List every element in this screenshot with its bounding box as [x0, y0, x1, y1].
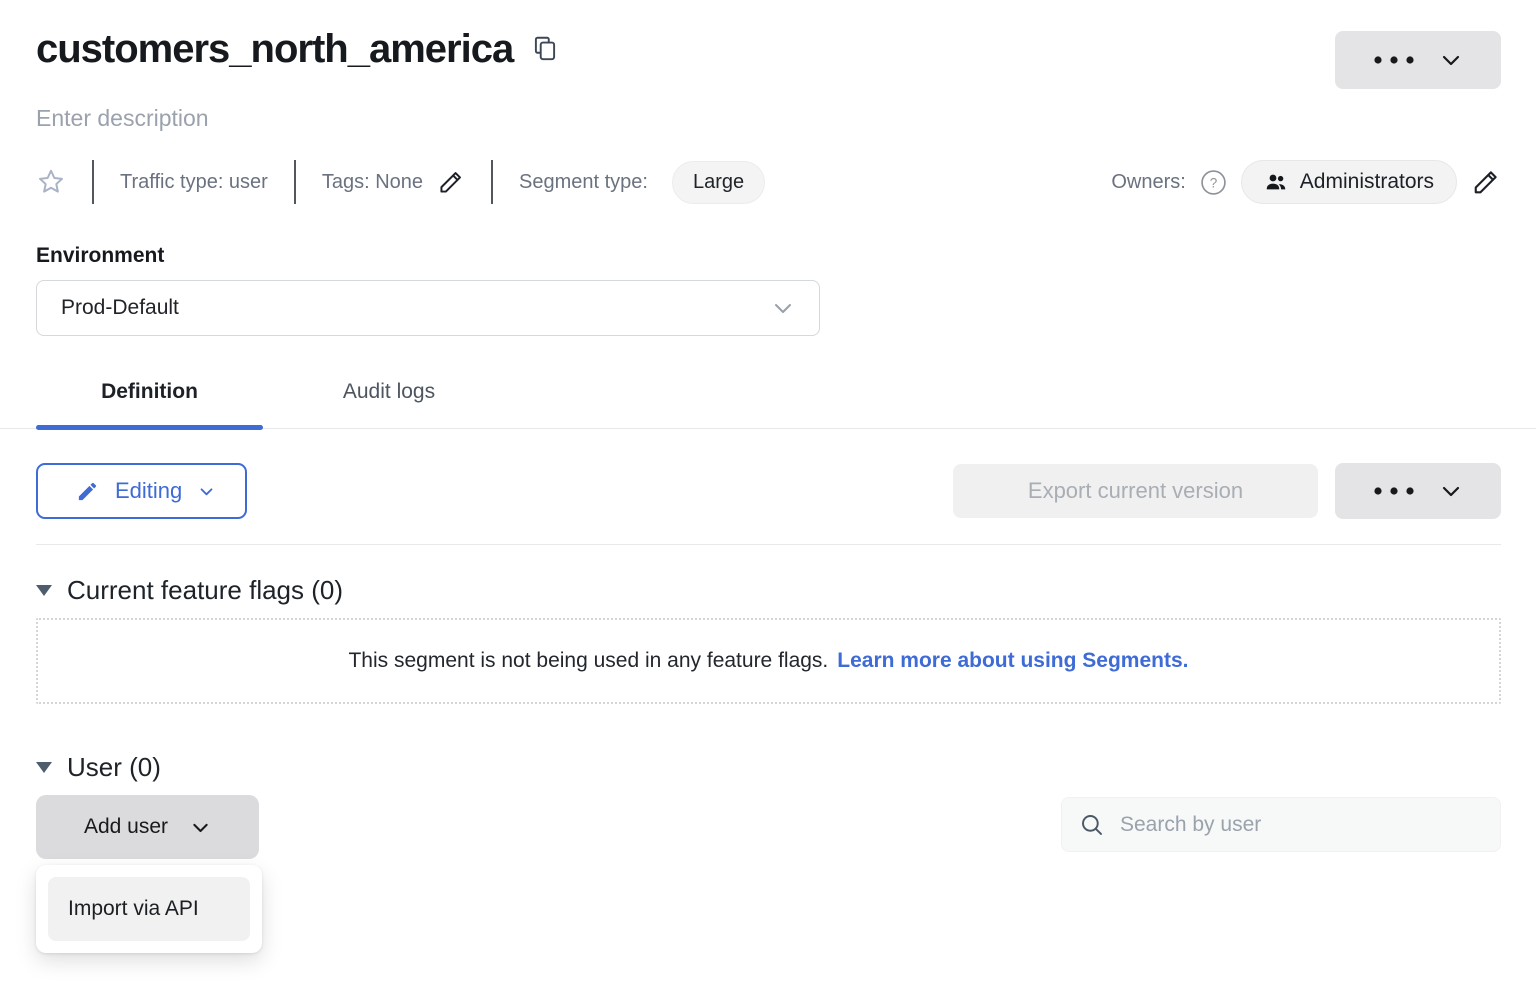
svg-text:?: ?: [1210, 175, 1218, 190]
meta-row: Traffic type: user Tags: None Segment ty…: [36, 160, 1501, 204]
help-circle-icon: ?: [1200, 169, 1227, 196]
chevron-down-icon: [1439, 48, 1463, 72]
edit-owners-button[interactable]: [1471, 167, 1501, 197]
segment-type: Segment type: Large: [519, 161, 765, 204]
meta-divider: [294, 160, 296, 204]
star-icon: [36, 167, 66, 197]
editing-label: Editing: [115, 478, 182, 504]
tab-definition[interactable]: Definition: [36, 380, 263, 428]
ellipsis-icon: [1373, 486, 1415, 496]
editing-mode-button[interactable]: Editing: [36, 463, 247, 519]
export-current-version-button[interactable]: Export current version: [953, 464, 1318, 518]
tags: Tags: None: [322, 168, 465, 196]
favorite-star-button[interactable]: [36, 167, 66, 197]
page-header: customers_north_america: [36, 0, 1501, 89]
add-user-label: Add user: [84, 815, 168, 839]
definition-toolbar: Editing Export current version: [36, 463, 1501, 519]
feature-flags-empty-state: This segment is not being used in any fe…: [36, 618, 1501, 704]
user-section-title: User (0): [67, 752, 161, 783]
chevron-down-icon: [190, 817, 211, 838]
user-toolbar: Add user Import via API: [36, 795, 1501, 859]
ellipsis-icon: [1373, 55, 1415, 65]
traffic-type: Traffic type: user: [120, 171, 268, 194]
environment-selected-value: Prod-Default: [61, 296, 179, 320]
owners-help-button[interactable]: ?: [1200, 169, 1227, 196]
add-user-dropdown-menu: Import via API: [36, 865, 262, 953]
people-icon: [1264, 170, 1288, 194]
feature-flags-section-header[interactable]: Current feature flags (0): [36, 575, 1501, 606]
chevron-down-icon: [198, 483, 215, 500]
pencil-filled-icon: [76, 480, 99, 503]
add-user-button[interactable]: Add user: [36, 795, 259, 859]
segment-type-badge: Large: [672, 161, 765, 204]
environment-select[interactable]: Prod-Default: [36, 280, 820, 336]
empty-state-message: This segment is not being used in any fe…: [348, 649, 828, 673]
owners-value: Administrators: [1300, 170, 1434, 194]
caret-down-icon: [36, 585, 52, 596]
owners-pill: Administrators: [1241, 160, 1457, 204]
page-title: customers_north_america: [36, 26, 513, 72]
meta-divider: [491, 160, 493, 204]
section-divider: [36, 544, 1501, 545]
user-search-box: [1061, 797, 1501, 852]
learn-more-link[interactable]: Learn more about using Segments.: [837, 649, 1188, 673]
edit-tags-button[interactable]: [437, 168, 465, 196]
search-icon: [1079, 812, 1105, 838]
meta-divider: [92, 160, 94, 204]
definition-more-actions-button[interactable]: [1335, 463, 1501, 519]
copy-name-button[interactable]: [531, 34, 559, 64]
caret-down-icon: [36, 762, 52, 773]
search-by-user-input[interactable]: [1118, 812, 1483, 838]
copy-icon: [531, 34, 559, 64]
tab-bar: Definition Audit logs: [0, 380, 1536, 429]
pencil-icon: [1471, 167, 1501, 197]
feature-flags-section-title: Current feature flags (0): [67, 575, 343, 606]
chevron-down-icon: [771, 296, 795, 320]
segment-type-label: Segment type:: [519, 171, 648, 194]
pencil-icon: [437, 168, 465, 196]
owners-label: Owners:: [1111, 171, 1185, 194]
segment-detail-page: customers_north_america Enter descriptio…: [0, 0, 1536, 859]
chevron-down-icon: [1439, 479, 1463, 503]
header-more-actions-button[interactable]: [1335, 31, 1501, 89]
user-section-header[interactable]: User (0): [36, 752, 1501, 783]
environment-label: Environment: [36, 244, 1501, 268]
tags-label: Tags: None: [322, 171, 423, 194]
tab-audit-logs[interactable]: Audit logs: [263, 380, 515, 428]
description-field[interactable]: Enter description: [36, 105, 1501, 132]
menu-item-import-via-api[interactable]: Import via API: [48, 877, 250, 941]
